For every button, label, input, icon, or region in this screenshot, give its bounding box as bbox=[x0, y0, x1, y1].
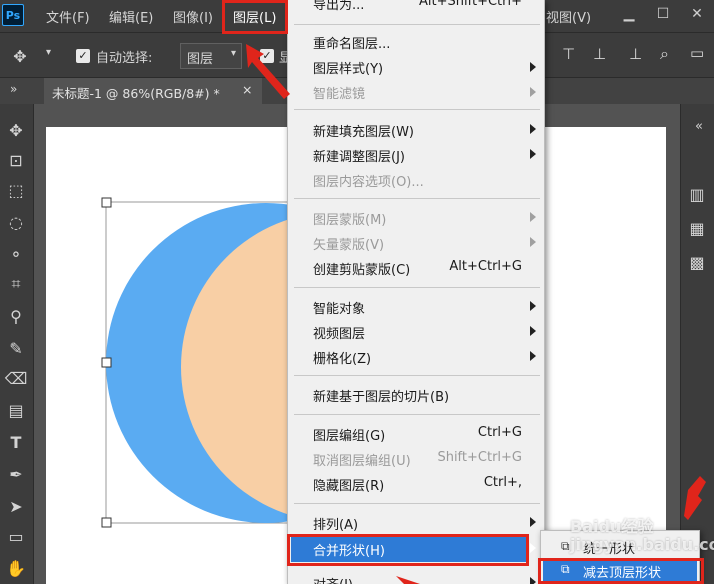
search-icon[interactable]: ⌕ bbox=[660, 44, 669, 64]
annotation-box-combine-shapes bbox=[287, 534, 529, 566]
align-vcenter-icon[interactable]: ⊥ bbox=[593, 45, 606, 63]
submenu-arrow-icon bbox=[530, 351, 536, 361]
shortcut-hide-layers: Ctrl+, bbox=[483, 475, 522, 490]
submenu-arrow-icon bbox=[530, 62, 536, 72]
submenu-arrow-icon bbox=[530, 212, 536, 222]
lasso-tool-icon[interactable]: ◌ bbox=[4, 210, 28, 234]
close-tab-icon[interactable]: × bbox=[242, 82, 252, 97]
document-tab-title: 未标题-1 @ 86%(RGB/8#) * bbox=[52, 86, 220, 101]
menu-separator bbox=[294, 24, 540, 25]
menu-item-new-adjustment-layer[interactable]: 新建调整图层(J) bbox=[313, 146, 405, 165]
menu-item-layer-mask[interactable]: 图层蒙版(M) bbox=[313, 209, 386, 228]
annotation-box-layer-menu bbox=[222, 0, 288, 34]
rectangle-tool-icon[interactable]: ▭ bbox=[4, 524, 28, 548]
move-tool-icon[interactable]: ✥ bbox=[4, 118, 28, 142]
menu-item-layer-style[interactable]: 图层样式(Y) bbox=[313, 58, 383, 77]
minimize-icon[interactable]: ▁ bbox=[612, 0, 646, 28]
hand-tool-icon[interactable]: ✋ bbox=[4, 556, 28, 580]
show-transform-checkbox[interactable]: ✓ bbox=[260, 49, 274, 63]
properties-panel-icon[interactable]: ▦ bbox=[685, 216, 709, 240]
menu-item-rasterize[interactable]: 栅格化(Z) bbox=[313, 348, 371, 367]
transform-handle-middle-left[interactable] bbox=[101, 357, 112, 368]
shortcut-group-layers: Ctrl+G bbox=[477, 425, 522, 440]
shortcut-export-as: Alt+Shift+Ctrl+ bbox=[419, 0, 522, 9]
tools-panel: ✥ ⊡ ⬚ ◌ ⚬ ⌗ ⚲ ✎ ⌫ ▤ T ✒ ➤ ▭ ✋ bbox=[0, 104, 34, 584]
crop-tool-icon[interactable]: ⌗ bbox=[4, 272, 28, 296]
path-select-tool-icon[interactable]: ➤ bbox=[4, 494, 28, 518]
submenu-arrow-icon bbox=[530, 237, 536, 247]
artboard-tool-icon[interactable]: ⊡ bbox=[4, 148, 28, 172]
menu-separator bbox=[294, 109, 540, 110]
swatches-panel-icon[interactable]: ▩ bbox=[685, 250, 709, 274]
photoshop-window: Ps 文件(F) 编辑(E) 图像(I) 图层(L) 视图(V) ▁ ☐ ✕ ✥… bbox=[0, 0, 714, 584]
chevron-down-icon: ▾ bbox=[230, 48, 236, 59]
menu-item-align[interactable]: 对齐(I) bbox=[313, 574, 353, 584]
menu-image[interactable]: 图像(I) bbox=[173, 7, 213, 26]
close-icon[interactable]: ✕ bbox=[680, 0, 714, 28]
workspace-icon[interactable]: ▭ bbox=[690, 44, 704, 62]
menu-item-layer-content-options[interactable]: 图层内容选项(O)... bbox=[313, 171, 424, 190]
menu-item-smart-filter[interactable]: 智能滤镜 bbox=[313, 83, 365, 102]
document-tab[interactable]: 未标题-1 @ 86%(RGB/8#) * × bbox=[44, 78, 262, 104]
shortcut-ungroup-layers: Shift+Ctrl+G bbox=[437, 450, 522, 465]
quick-select-tool-icon[interactable]: ⚬ bbox=[4, 242, 28, 266]
collapse-toolbar-icon[interactable]: » bbox=[10, 82, 17, 96]
submenu-arrow-icon bbox=[530, 301, 536, 311]
menu-item-group-layers[interactable]: 图层编组(G) bbox=[313, 425, 385, 444]
submenu-arrow-icon bbox=[530, 87, 536, 97]
menu-separator bbox=[294, 375, 540, 376]
chevron-down-icon[interactable]: ▾ bbox=[46, 47, 51, 58]
move-tool-icon[interactable]: ✥ bbox=[8, 44, 32, 68]
eyedropper-tool-icon[interactable]: ⚲ bbox=[4, 304, 28, 328]
align-bottom-icon[interactable]: ⊥ bbox=[629, 45, 642, 63]
type-tool-icon[interactable]: T bbox=[4, 430, 28, 454]
menu-item-ungroup-layers[interactable]: 取消图层编组(U) bbox=[313, 450, 411, 469]
history-panel-icon[interactable]: ▥ bbox=[685, 182, 709, 206]
menu-separator bbox=[294, 414, 540, 415]
transform-handle-bottom-left[interactable] bbox=[101, 517, 112, 528]
menu-separator bbox=[294, 503, 540, 504]
menu-item-video-layers[interactable]: 视频图层 bbox=[313, 323, 365, 342]
marquee-tool-icon[interactable]: ⬚ bbox=[4, 178, 28, 202]
menu-edit[interactable]: 编辑(E) bbox=[109, 7, 153, 26]
menu-item-create-clipping-mask[interactable]: 创建剪贴蒙版(C) bbox=[313, 259, 410, 278]
annotation-box-subtract-front bbox=[538, 558, 704, 584]
submenu-arrow-icon bbox=[530, 124, 536, 134]
layer-menu-dropdown: 导出为... Alt+Shift+Ctrl+ 重命名图层... 图层样式(Y) … bbox=[287, 0, 545, 584]
menu-item-new-layer-based-slice[interactable]: 新建基于图层的切片(B) bbox=[313, 386, 449, 405]
app-logo: Ps bbox=[2, 4, 24, 26]
menu-item-hide-layers[interactable]: 隐藏图层(R) bbox=[313, 475, 384, 494]
gradient-tool-icon[interactable]: ▤ bbox=[4, 398, 28, 422]
auto-select-checkbox[interactable]: ✓ bbox=[76, 49, 90, 63]
menu-separator bbox=[294, 198, 540, 199]
eraser-tool-icon[interactable]: ⌫ bbox=[4, 366, 28, 390]
baidu-watermark: Baidu经验 jingyan.baidu.com bbox=[570, 517, 714, 554]
auto-select-label: 自动选择: bbox=[96, 51, 153, 66]
unite-shape-icon: ⧉ bbox=[561, 539, 570, 553]
menu-item-arrange[interactable]: 排列(A) bbox=[313, 514, 358, 533]
submenu-arrow-icon bbox=[530, 517, 536, 527]
brush-tool-icon[interactable]: ✎ bbox=[4, 336, 28, 360]
menu-item-vector-mask[interactable]: 矢量蒙版(V) bbox=[313, 234, 384, 253]
shortcut-create-clipping-mask: Alt+Ctrl+G bbox=[449, 259, 522, 274]
menu-view[interactable]: 视图(V) bbox=[546, 7, 591, 26]
menu-item-export-as[interactable]: 导出为... bbox=[313, 0, 364, 13]
panel-collapse-icon[interactable]: « bbox=[687, 114, 711, 138]
align-top-icon[interactable]: ⊤ bbox=[562, 45, 575, 63]
pen-tool-icon[interactable]: ✒ bbox=[4, 462, 28, 486]
menu-file[interactable]: 文件(F) bbox=[46, 7, 90, 26]
auto-select-dropdown[interactable]: 图层 ▾ bbox=[180, 43, 242, 69]
menu-item-new-fill-layer[interactable]: 新建填充图层(W) bbox=[313, 121, 414, 140]
submenu-arrow-icon bbox=[530, 577, 536, 584]
submenu-arrow-icon bbox=[530, 543, 536, 553]
panel-dock: « ▥ ▦ ▩ bbox=[680, 104, 714, 584]
menu-item-rename-layer[interactable]: 重命名图层... bbox=[313, 33, 390, 52]
submenu-arrow-icon bbox=[530, 149, 536, 159]
auto-select-value: 图层 bbox=[187, 52, 214, 67]
maximize-icon[interactable]: ☐ bbox=[646, 0, 680, 28]
menu-separator bbox=[294, 287, 540, 288]
menu-item-smart-object[interactable]: 智能对象 bbox=[313, 298, 365, 317]
transform-handle-top-left[interactable] bbox=[101, 197, 112, 208]
submenu-arrow-icon bbox=[530, 326, 536, 336]
